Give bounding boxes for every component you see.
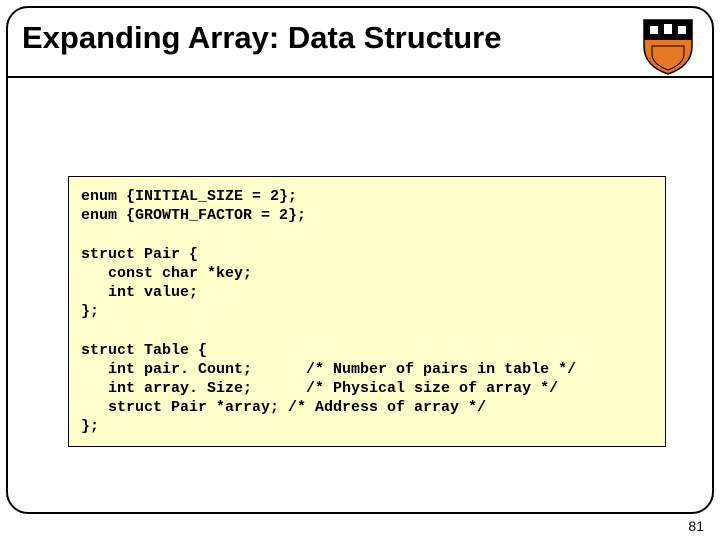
code-block: enum {INITIAL_SIZE = 2}; enum {GROWTH_FA… xyxy=(68,176,666,447)
code-content: enum {INITIAL_SIZE = 2}; enum {GROWTH_FA… xyxy=(81,187,653,436)
code-line: int pair. Count; /* Number of pairs in t… xyxy=(81,361,576,378)
code-line: struct Table { xyxy=(81,342,207,359)
code-line: enum {INITIAL_SIZE = 2}; xyxy=(81,188,297,205)
page-title: Expanding Array: Data Structure xyxy=(22,20,501,56)
title-region: Expanding Array: Data Structure xyxy=(8,8,712,78)
code-line: }; xyxy=(81,303,99,320)
code-line: enum {GROWTH_FACTOR = 2}; xyxy=(81,207,306,224)
code-line: }; xyxy=(81,418,99,435)
code-line: int array. Size; /* Physical size of arr… xyxy=(81,380,558,397)
princeton-shield-icon xyxy=(642,16,694,76)
code-line: int value; xyxy=(81,284,198,301)
slide-frame: Expanding Array: Data Structure enum {IN… xyxy=(6,6,714,514)
page-number: 81 xyxy=(688,518,704,534)
code-line: struct Pair *array; /* Address of array … xyxy=(81,399,486,416)
code-line: struct Pair { xyxy=(81,246,198,263)
code-line: const char *key; xyxy=(81,265,252,282)
